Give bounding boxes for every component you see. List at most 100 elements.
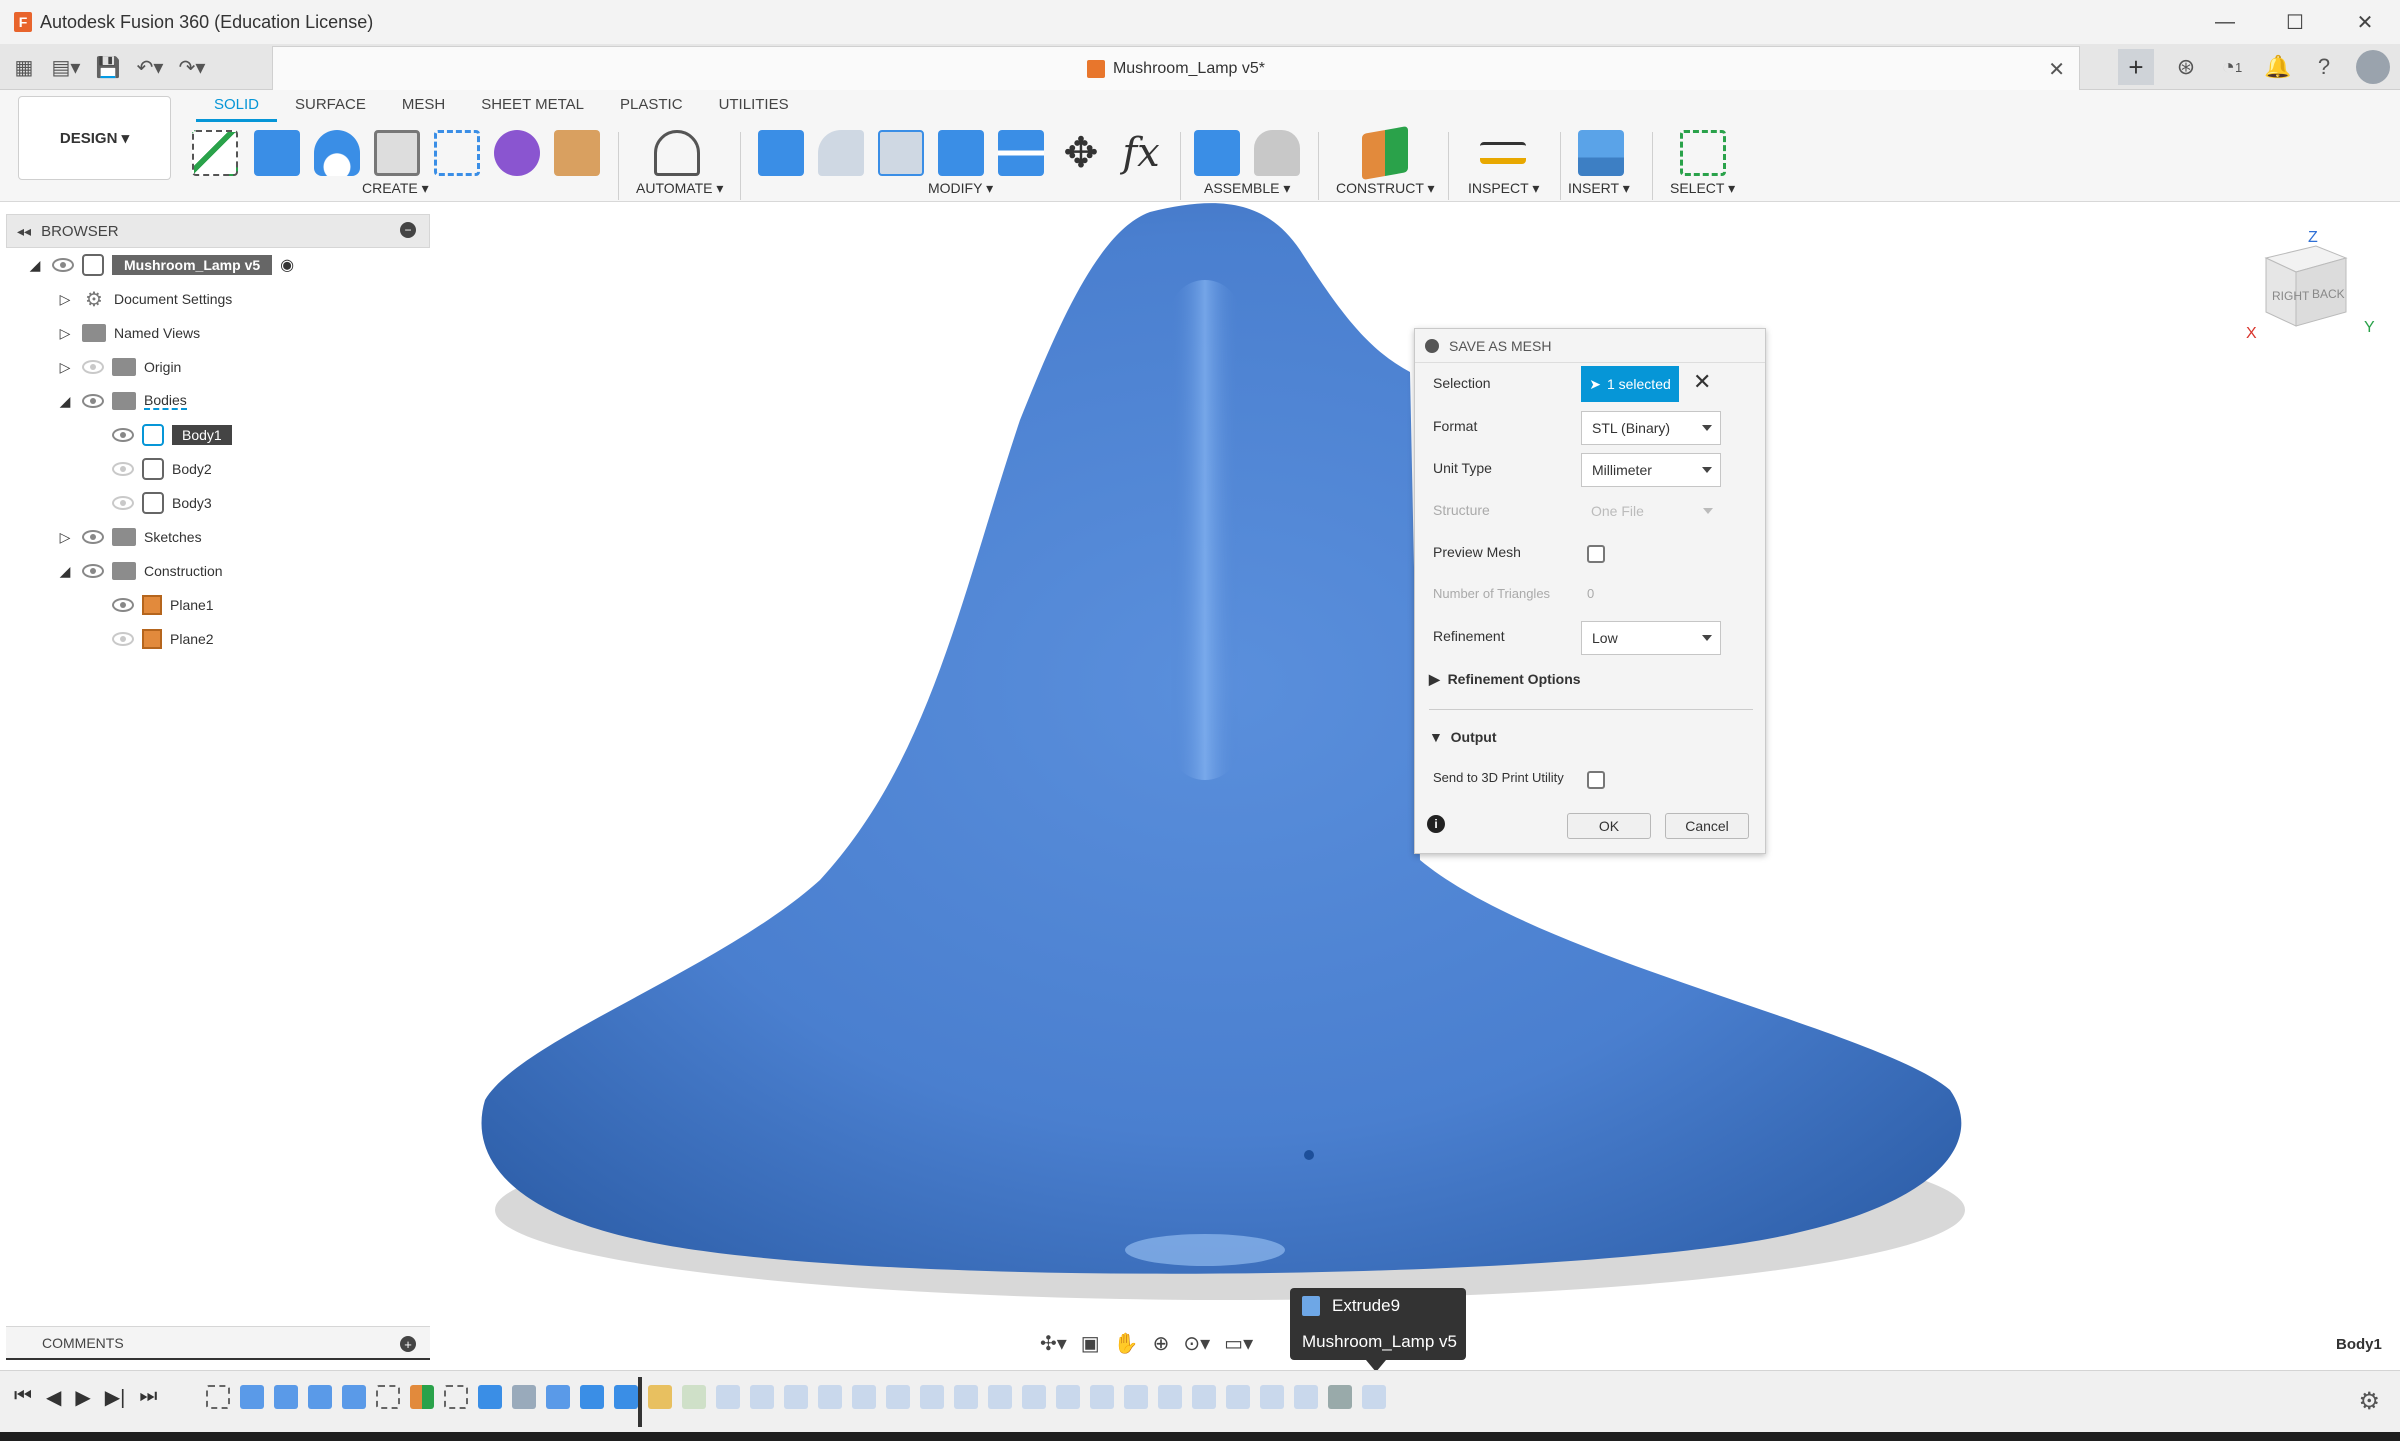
collapse-arrow-icon[interactable]: ◢ bbox=[56, 563, 74, 580]
visibility-eye-icon[interactable] bbox=[82, 530, 104, 544]
expand-arrow-icon[interactable]: ▷ bbox=[56, 291, 74, 308]
visibility-eye-icon[interactable] bbox=[82, 564, 104, 578]
timeline-feature[interactable] bbox=[1362, 1385, 1386, 1409]
expand-arrow-icon[interactable]: ▷ bbox=[56, 325, 74, 342]
tree-item-body3[interactable]: Body3 bbox=[112, 488, 212, 518]
timeline-feature[interactable] bbox=[376, 1385, 400, 1409]
visibility-eye-icon[interactable] bbox=[112, 462, 134, 476]
refinement-select[interactable]: Low bbox=[1581, 621, 1721, 655]
visibility-eye-icon[interactable] bbox=[82, 394, 104, 408]
timeline-feature[interactable] bbox=[750, 1385, 774, 1409]
preview-mesh-checkbox[interactable] bbox=[1587, 545, 1605, 563]
go-to-start-icon[interactable]: ⏮ bbox=[14, 1385, 32, 1410]
cancel-button[interactable]: Cancel bbox=[1665, 813, 1749, 839]
orbit-icon[interactable]: ✣▾ bbox=[1040, 1331, 1067, 1356]
view-cube-right-face[interactable]: RIGHT bbox=[2272, 289, 2310, 303]
timeline-feature[interactable] bbox=[274, 1385, 298, 1409]
timeline-feature[interactable] bbox=[954, 1385, 978, 1409]
clear-selection-icon[interactable]: ✕ bbox=[1693, 369, 1711, 395]
visibility-eye-icon[interactable] bbox=[112, 598, 134, 612]
timeline-feature[interactable] bbox=[546, 1385, 570, 1409]
tree-item-origin[interactable]: ▷ Origin bbox=[56, 352, 181, 382]
timeline-feature[interactable] bbox=[308, 1385, 332, 1409]
timeline-feature[interactable] bbox=[1090, 1385, 1114, 1409]
timeline-feature[interactable] bbox=[580, 1385, 604, 1409]
zoom-icon[interactable]: ⊕ bbox=[1153, 1331, 1170, 1356]
tree-item-plane2[interactable]: Plane2 bbox=[112, 624, 214, 654]
timeline-feature[interactable] bbox=[1124, 1385, 1148, 1409]
timeline-feature[interactable] bbox=[1022, 1385, 1046, 1409]
tree-item-body2[interactable]: Body2 bbox=[112, 454, 212, 484]
timeline-feature[interactable] bbox=[818, 1385, 842, 1409]
tree-item-construction[interactable]: ◢ Construction bbox=[56, 556, 223, 586]
timeline-feature[interactable] bbox=[614, 1385, 638, 1409]
timeline-feature[interactable] bbox=[478, 1385, 502, 1409]
tree-item-document-settings[interactable]: ▷ ⚙ Document Settings bbox=[56, 284, 233, 314]
collapse-panel-icon[interactable]: ◂◂ bbox=[17, 223, 31, 240]
expand-arrow-icon[interactable]: ▷ bbox=[56, 359, 74, 376]
timeline-feature[interactable] bbox=[716, 1385, 740, 1409]
timeline-feature[interactable] bbox=[512, 1385, 536, 1409]
step-forward-icon[interactable]: ▶| bbox=[105, 1385, 126, 1410]
tree-item-sketches[interactable]: ▷ Sketches bbox=[56, 522, 202, 552]
timeline-feature[interactable] bbox=[784, 1385, 808, 1409]
info-icon[interactable]: i bbox=[1427, 815, 1445, 833]
dialog-header[interactable]: SAVE AS MESH bbox=[1415, 329, 1765, 363]
timeline-feature[interactable] bbox=[444, 1385, 468, 1409]
tree-item-bodies[interactable]: ◢ Bodies bbox=[56, 386, 187, 416]
look-at-icon[interactable]: ▣ bbox=[1081, 1331, 1100, 1356]
collapse-arrow-icon[interactable]: ◢ bbox=[56, 393, 74, 410]
tree-item-body1[interactable]: Body1 bbox=[112, 420, 232, 450]
view-cube[interactable]: RIGHT BACK Z X Y bbox=[2246, 228, 2376, 358]
format-select[interactable]: STL (Binary) bbox=[1581, 411, 1721, 445]
timeline-feature[interactable] bbox=[852, 1385, 876, 1409]
tree-item-label: Named Views bbox=[114, 325, 201, 341]
dialog-collapse-icon[interactable] bbox=[1425, 338, 1439, 353]
visibility-eye-icon[interactable] bbox=[112, 428, 134, 442]
view-cube-back-face[interactable]: BACK bbox=[2312, 287, 2345, 301]
visibility-eye-icon[interactable] bbox=[112, 496, 134, 510]
send-to-3d-checkbox[interactable] bbox=[1587, 771, 1605, 789]
timeline-feature[interactable] bbox=[1328, 1385, 1352, 1409]
activate-component-icon[interactable]: ◉ bbox=[280, 255, 294, 275]
refinement-options-section[interactable]: ▶ Refinement Options bbox=[1429, 671, 1581, 688]
timeline-feature[interactable] bbox=[206, 1385, 230, 1409]
triangles-row: Number of Triangles 0 bbox=[1415, 577, 1767, 611]
fit-icon[interactable]: ⊙▾ bbox=[1183, 1331, 1210, 1356]
selection-button[interactable]: ➤ 1 selected bbox=[1581, 366, 1679, 402]
go-to-end-icon[interactable]: ⏭ bbox=[139, 1385, 157, 1410]
add-comment-icon[interactable]: + bbox=[400, 1336, 416, 1352]
timeline-feature[interactable] bbox=[1226, 1385, 1250, 1409]
step-back-icon[interactable]: ◀ bbox=[46, 1385, 61, 1410]
timeline-feature[interactable] bbox=[1056, 1385, 1080, 1409]
timeline-settings-gear-icon[interactable]: ⚙ bbox=[2358, 1387, 2380, 1416]
display-settings-icon[interactable]: ▭▾ bbox=[1224, 1331, 1253, 1356]
timeline-feature[interactable] bbox=[410, 1385, 434, 1409]
tree-item-plane1[interactable]: Plane1 bbox=[112, 590, 214, 620]
play-icon[interactable]: ▶ bbox=[75, 1385, 90, 1410]
pan-hand-icon[interactable]: ✋ bbox=[1114, 1331, 1139, 1356]
timeline-feature[interactable] bbox=[342, 1385, 366, 1409]
timeline-feature[interactable] bbox=[1294, 1385, 1318, 1409]
timeline-feature[interactable] bbox=[1158, 1385, 1182, 1409]
timeline-playhead[interactable] bbox=[638, 1377, 642, 1427]
timeline-feature[interactable] bbox=[886, 1385, 910, 1409]
browser-minimize-icon[interactable]: − bbox=[400, 222, 416, 238]
visibility-eye-icon[interactable] bbox=[82, 360, 104, 374]
tree-root[interactable]: ◢ Mushroom_Lamp v5 ◉ bbox=[26, 250, 294, 280]
tree-item-named-views[interactable]: ▷ Named Views bbox=[56, 318, 200, 348]
output-section[interactable]: ▼ Output bbox=[1429, 729, 1497, 745]
expand-arrow-icon[interactable]: ◢ bbox=[26, 257, 44, 274]
timeline-feature[interactable] bbox=[648, 1385, 672, 1409]
ok-button[interactable]: OK bbox=[1567, 813, 1651, 839]
timeline-feature[interactable] bbox=[920, 1385, 944, 1409]
visibility-eye-icon[interactable] bbox=[52, 258, 74, 272]
unit-type-select[interactable]: Millimeter bbox=[1581, 453, 1721, 487]
timeline-feature[interactable] bbox=[988, 1385, 1012, 1409]
timeline-feature[interactable] bbox=[1192, 1385, 1216, 1409]
timeline-feature[interactable] bbox=[240, 1385, 264, 1409]
timeline-feature[interactable] bbox=[682, 1385, 706, 1409]
visibility-eye-icon[interactable] bbox=[112, 632, 134, 646]
expand-arrow-icon[interactable]: ▷ bbox=[56, 529, 74, 546]
timeline-feature[interactable] bbox=[1260, 1385, 1284, 1409]
